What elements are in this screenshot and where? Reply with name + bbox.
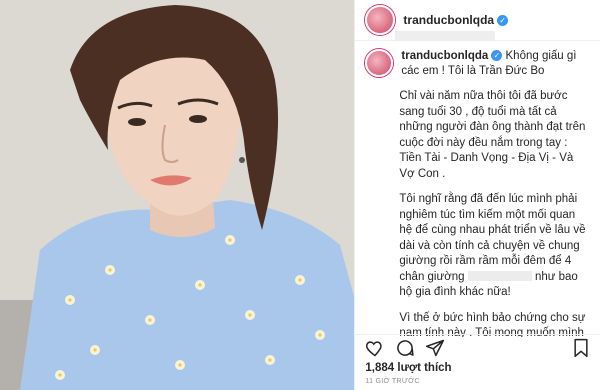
verified-badge-icon: ✓ [497, 14, 509, 26]
header-username[interactable]: tranducbonlqda [403, 13, 494, 27]
caption-avatar[interactable] [365, 49, 394, 77]
caption-paragraph-2-part-1: Tôi nghĩ rằng đã đến lúc mình phải nghiê… [399, 193, 586, 283]
comment-icon[interactable] [395, 338, 415, 358]
selfie-illustration [0, 0, 355, 390]
avatar[interactable] [365, 5, 396, 35]
post-timestamp: 11 GIỜ TRƯỚC [365, 378, 420, 385]
caption-paragraph-1: Chỉ vài năm nữa thôi tôi đã bước sang tu… [399, 90, 586, 180]
heart-icon[interactable] [365, 338, 385, 358]
caption-paragraph-2: Tôi nghĩ rằng đã đến lúc mình phải nghiê… [399, 192, 590, 301]
share-icon[interactable] [425, 338, 445, 358]
bookmark-icon[interactable] [572, 338, 590, 358]
action-bar [355, 334, 600, 361]
like-count[interactable]: 1,884 lượt thích [365, 362, 451, 374]
redacted-text [467, 270, 532, 281]
verified-badge-icon: ✓ [491, 50, 503, 61]
post-photo [0, 0, 355, 390]
redacted-subtitle [395, 27, 496, 46]
post-sidebar: tranducbonlqda ✓ tranducbonlqda ✓ Không g… [354, 0, 600, 390]
instagram-post: tranducbonlqda ✓ tranducbonlqda ✓ Không g… [0, 0, 600, 390]
post-caption: tranducbonlqda ✓ Không giấu gì các em ! T… [355, 41, 600, 337]
caption-username[interactable]: tranducbonlqda [401, 50, 488, 62]
